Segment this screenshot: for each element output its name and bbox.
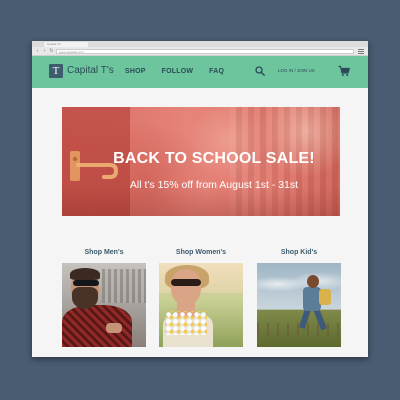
category-kids[interactable]: Shop Kid's [257, 249, 341, 347]
hero-title: BACK TO SCHOOL SALE! [113, 150, 315, 167]
nav-link-faq[interactable]: FAQ [209, 68, 224, 75]
category-men-label[interactable]: Shop Men's [62, 249, 146, 256]
cart-icon[interactable] [338, 65, 350, 77]
nav-link-shop[interactable]: SHOP [125, 68, 146, 75]
browser-menu-icon[interactable] [358, 49, 364, 54]
reload-icon[interactable]: ↻ [49, 49, 54, 54]
category-women[interactable]: Shop Women's [159, 249, 243, 347]
main-nav: SHOP FOLLOW FAQ [125, 68, 240, 75]
search-icon[interactable] [255, 66, 265, 76]
nav-link-follow[interactable]: FOLLOW [162, 68, 194, 75]
category-men-photo[interactable] [62, 263, 146, 347]
category-grid: Shop Men's Shop Women's Shop Kid's [32, 249, 368, 349]
browser-chrome: Capital T's ‹ › ↻ www.capitalts.com [32, 41, 368, 56]
hero-banner[interactable]: BACK TO SCHOOL SALE! All t's 15% off fro… [62, 107, 340, 216]
browser-window: Capital T's ‹ › ↻ www.capitalts.com T Ca… [32, 41, 368, 357]
address-bar-url: www.capitalts.com [59, 50, 84, 54]
category-men[interactable]: Shop Men's [62, 249, 146, 347]
category-women-label[interactable]: Shop Women's [159, 249, 243, 256]
site-header: T Capital T's SHOP FOLLOW FAQ LOG IN / J… [32, 56, 368, 88]
browser-tab-title: Capital T's [47, 42, 62, 46]
signin-link[interactable]: LOG IN / JOIN US [278, 68, 315, 73]
category-kids-photo[interactable] [257, 263, 341, 347]
forward-icon[interactable]: › [42, 49, 47, 54]
logo-text[interactable]: Capital T's [67, 65, 114, 76]
browser-nav-buttons: ‹ › ↻ [35, 49, 54, 54]
back-icon[interactable]: ‹ [35, 49, 40, 54]
category-kids-label[interactable]: Shop Kid's [257, 249, 341, 256]
hero-subtitle: All t's 15% off from August 1st - 31st [129, 179, 299, 191]
logo-icon[interactable]: T [49, 64, 63, 78]
address-bar[interactable]: www.capitalts.com [56, 49, 354, 54]
category-women-photo[interactable] [159, 263, 243, 347]
